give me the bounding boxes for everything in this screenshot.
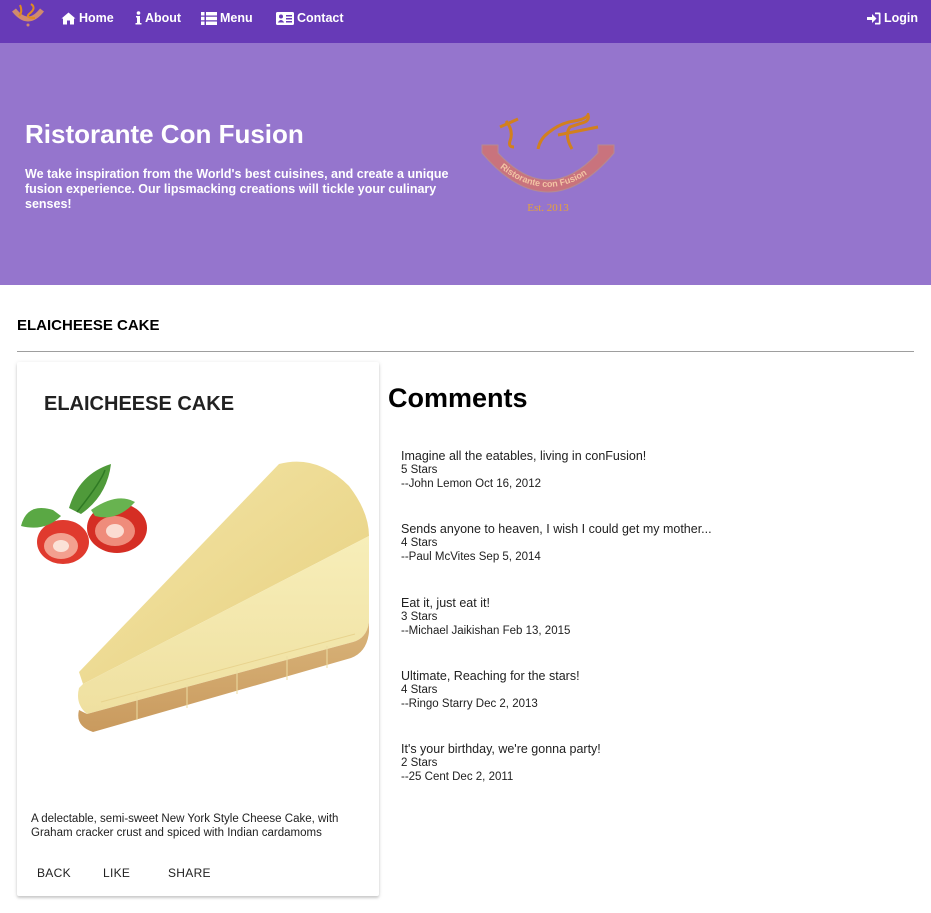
restaurant-tagline: We take inspiration from the World's bes… xyxy=(25,167,449,211)
comment-rating: 2 Stars xyxy=(401,757,438,769)
brand-logo-icon[interactable] xyxy=(11,2,45,28)
restaurant-logo: Ristorante con Fusion Est. 2013 xyxy=(481,113,615,214)
nav-home-link[interactable]: Home xyxy=(61,9,114,27)
info-icon xyxy=(135,11,142,25)
jumbotron: Ristorante Con Fusion We take inspiratio… xyxy=(0,43,931,285)
restaurant-title: Ristorante Con Fusion xyxy=(25,119,304,149)
nav-contact-label: Contact xyxy=(297,11,344,25)
navbar: Home About Menu Contact Login xyxy=(0,0,931,43)
sign-in-icon xyxy=(867,12,881,24)
nav-menu-link[interactable]: Menu xyxy=(201,9,253,27)
comment-text: Eat it, just eat it! xyxy=(401,596,490,610)
comment-item: It's your birthday, we're gonna party! 2… xyxy=(401,742,901,784)
comments-title: Comments xyxy=(388,383,528,413)
comment-rating: 4 Stars xyxy=(401,684,438,696)
comment-text: It's your birthday, we're gonna party! xyxy=(401,742,601,756)
logo-est: Est. 2013 xyxy=(527,202,569,214)
login-label: Login xyxy=(884,11,919,25)
page-heading: ELAICHEESE CAKE xyxy=(17,317,160,334)
comment-rating: 4 Stars xyxy=(401,537,438,549)
comment-item: Sends anyone to heaven, I wish I could g… xyxy=(401,522,901,564)
comment-text: Ultimate, Reaching for the stars! xyxy=(401,669,580,683)
comment-author: --Paul McVites Sep 5, 2014 xyxy=(401,550,541,563)
share-button[interactable]: SHARE xyxy=(168,866,211,880)
nav-contact-link[interactable]: Contact xyxy=(276,9,344,27)
dish-card: ELAICHEESE CAKE A delectable, semi-sweet… xyxy=(17,362,379,896)
comment-author: --John Lemon Oct 16, 2012 xyxy=(401,477,541,490)
comment-rating: 3 Stars xyxy=(401,611,438,623)
comment-item: Ultimate, Reaching for the stars! 4 Star… xyxy=(401,669,901,711)
list-icon xyxy=(201,11,217,25)
comment-author: --Ringo Starry Dec 2, 2013 xyxy=(401,697,538,710)
comment-text: Imagine all the eatables, living in conF… xyxy=(401,449,647,463)
comment-rating: 5 Stars xyxy=(401,464,438,476)
nav-about-link[interactable]: About xyxy=(135,9,181,27)
dish-title: ELAICHEESE CAKE xyxy=(44,393,235,415)
comment-item: Imagine all the eatables, living in conF… xyxy=(401,449,901,491)
divider xyxy=(17,351,914,352)
back-button[interactable]: BACK xyxy=(37,866,71,880)
comment-text: Sends anyone to heaven, I wish I could g… xyxy=(401,522,712,536)
nav-menu-label: Menu xyxy=(220,11,253,25)
dish-description: A delectable, semi-sweet New York Style … xyxy=(31,813,339,839)
like-button[interactable]: LIKE xyxy=(103,866,130,880)
nav-about-label: About xyxy=(145,11,182,25)
dish-image xyxy=(21,461,369,732)
home-icon xyxy=(61,12,76,24)
comment-author: --Michael Jaikishan Feb 13, 2015 xyxy=(401,624,571,637)
address-card-icon xyxy=(276,11,294,25)
nav-home-label: Home xyxy=(79,11,114,25)
comment-author: --25 Cent Dec 2, 2011 xyxy=(401,770,514,783)
comment-item: Eat it, just eat it! 3 Stars --Michael J… xyxy=(401,596,901,638)
login-button[interactable]: Login xyxy=(867,9,918,27)
